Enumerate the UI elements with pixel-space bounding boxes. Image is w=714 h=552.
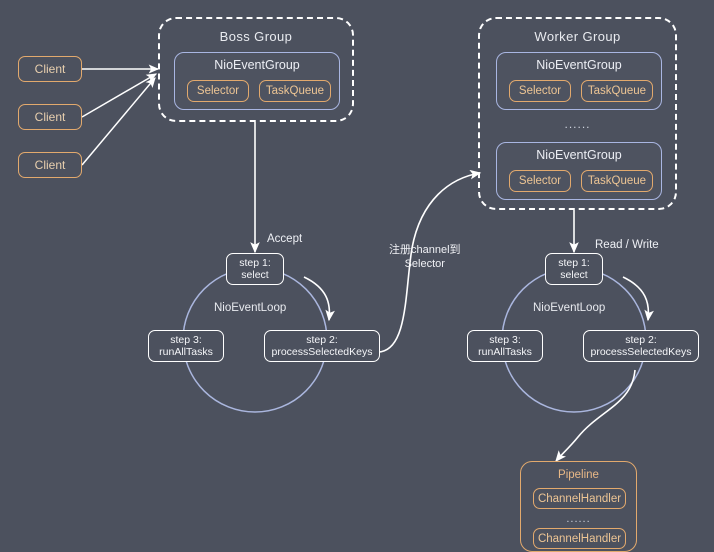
worker-nio-event-group-1[interactable]: NioEventGroup Selector TaskQueue [496, 52, 662, 110]
read-write-label: Read / Write [595, 239, 659, 251]
worker-step1-box[interactable]: step 1: select [545, 253, 603, 285]
worker-group-ellipsis: ...... [564, 117, 591, 131]
worker-step3-box[interactable]: step 3: runAllTasks [467, 330, 543, 362]
step-line2: processSelectedKeys [590, 346, 692, 358]
boss-selector-chip[interactable]: Selector [187, 80, 249, 102]
boss-loop-center-label: NioEventLoop [214, 302, 287, 314]
boss-group-container: Boss Group NioEventGroup Selector TaskQu… [158, 17, 354, 122]
step-line1: step 3: [489, 333, 521, 346]
channel-handler-chip-1[interactable]: ChannelHandler [533, 488, 626, 509]
worker-selector-chip-2[interactable]: Selector [509, 170, 571, 192]
worker-loop-center-label: NioEventLoop [533, 302, 606, 314]
chip-label: TaskQueue [587, 85, 647, 97]
worker-group-title: Worker Group [534, 29, 621, 44]
client-label: Client [34, 158, 66, 172]
step-line2: processSelectedKeys [271, 346, 373, 358]
client-box-1[interactable]: Client [18, 56, 82, 82]
step-line1: step 3: [170, 333, 202, 346]
step-line1: step 2: [625, 333, 657, 346]
worker-step2-box[interactable]: step 2: processSelectedKeys [583, 330, 699, 362]
chip-label: Selector [518, 85, 562, 97]
worker-nio-event-group-title: NioEventGroup [536, 58, 622, 72]
chip-label: ChannelHandler [537, 492, 622, 505]
step-line2: select [560, 269, 588, 281]
worker-selector-chip-1[interactable]: Selector [509, 80, 571, 102]
chip-label: Selector [196, 85, 240, 97]
step-line2: runAllTasks [159, 346, 213, 358]
register-channel-line2: Selector [404, 258, 445, 270]
pipeline-ellipsis: ...... [566, 513, 591, 525]
step-line1: step 1: [558, 256, 590, 269]
chip-label: TaskQueue [265, 85, 325, 97]
worker-taskqueue-chip-1[interactable]: TaskQueue [581, 80, 653, 102]
step-line2: runAllTasks [478, 346, 532, 358]
chip-label: ChannelHandler [537, 532, 622, 545]
diagram-canvas: Client Client Client Boss Group NioEvent… [0, 0, 714, 552]
boss-nio-event-group-title: NioEventGroup [214, 58, 300, 72]
client-box-2[interactable]: Client [18, 104, 82, 130]
chip-label: TaskQueue [587, 175, 647, 187]
step-line1: step 2: [306, 333, 338, 346]
step-line2: select [241, 269, 269, 281]
register-channel-annotation: 注册channel到 Selector [389, 243, 461, 271]
boss-step2-box[interactable]: step 2: processSelectedKeys [264, 330, 380, 362]
worker-nio-event-group-2[interactable]: NioEventGroup Selector TaskQueue [496, 142, 662, 200]
step-line1: step 1: [239, 256, 271, 269]
chip-label: Selector [518, 175, 562, 187]
accept-label: Accept [267, 233, 303, 245]
boss-step3-box[interactable]: step 3: runAllTasks [148, 330, 224, 362]
client-label: Client [34, 110, 66, 124]
boss-step1-box[interactable]: step 1: select [226, 253, 284, 285]
pipeline-box[interactable]: Pipeline ChannelHandler ...... ChannelHa… [520, 461, 637, 552]
boss-group-title: Boss Group [219, 29, 293, 44]
worker-taskqueue-chip-2[interactable]: TaskQueue [581, 170, 653, 192]
pipeline-title: Pipeline [558, 469, 599, 481]
worker-nio-event-group-title: NioEventGroup [536, 148, 622, 162]
channel-handler-chip-2[interactable]: ChannelHandler [533, 528, 626, 549]
boss-taskqueue-chip[interactable]: TaskQueue [259, 80, 331, 102]
client-box-3[interactable]: Client [18, 152, 82, 178]
worker-group-container: Worker Group NioEventGroup Selector Task… [478, 17, 677, 210]
boss-nio-event-group[interactable]: NioEventGroup Selector TaskQueue [174, 52, 340, 110]
client-label: Client [34, 62, 66, 76]
register-channel-line1: 注册channel到 [389, 244, 461, 256]
